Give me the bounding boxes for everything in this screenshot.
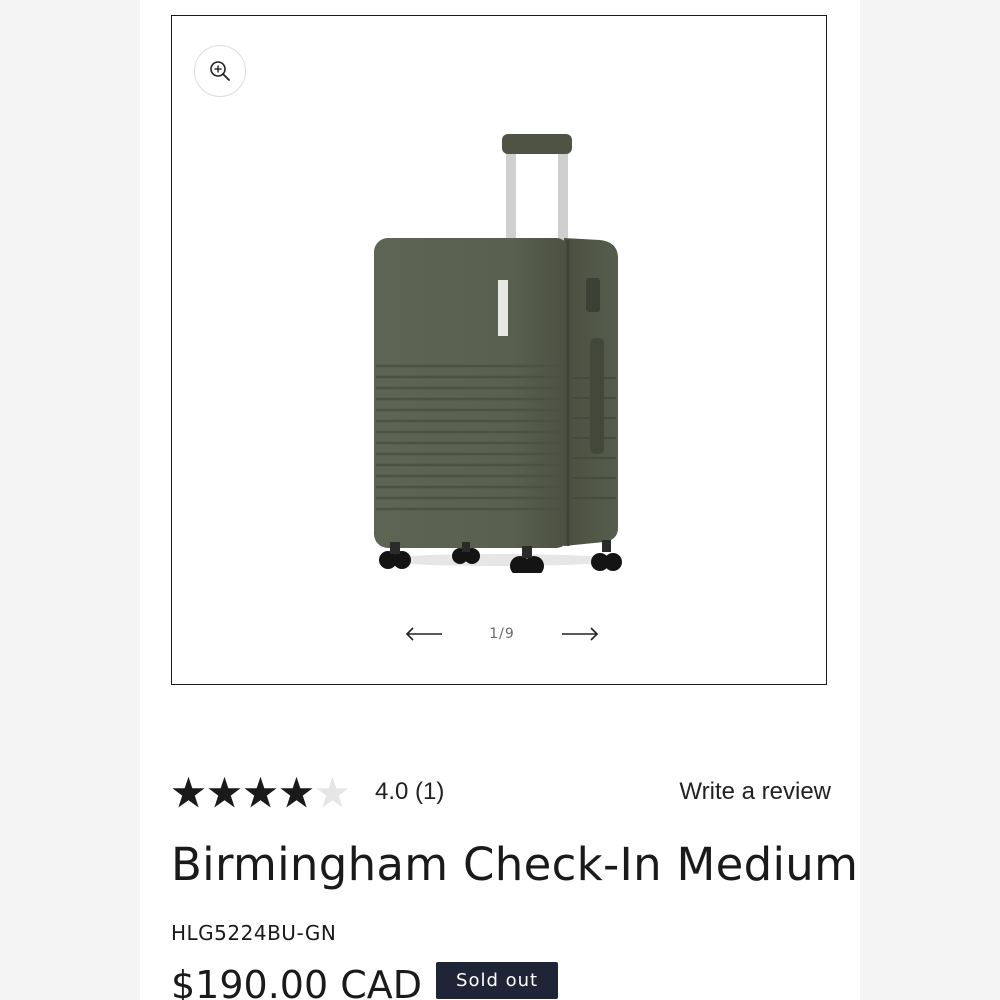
price-row: $190.00 CAD Sold out (171, 962, 559, 1000)
product-sku: HLG5224BU-GN (171, 921, 337, 945)
product-title: Birmingham Check-In Medium (171, 838, 859, 891)
product-image[interactable] (368, 128, 638, 573)
star-filled-icon (208, 776, 241, 808)
rating-summary: 4.0 (1) (375, 778, 445, 805)
star-filled-icon (244, 776, 277, 808)
product-gallery[interactable]: 1/9 (171, 15, 827, 685)
sold-out-badge: Sold out (436, 962, 559, 999)
write-review-link[interactable]: Write a review (679, 778, 831, 806)
arrow-left-icon (405, 627, 442, 641)
next-slide-button[interactable] (560, 622, 600, 646)
arrow-right-icon (562, 627, 599, 641)
star-rating (171, 775, 350, 810)
slide-counter: 1/9 (489, 626, 515, 642)
rating-row: 4.0 (1) Write a review (171, 770, 831, 814)
star-filled-icon (172, 776, 205, 808)
previous-slide-button[interactable] (404, 622, 444, 646)
product-price: $190.00 CAD (171, 963, 423, 1000)
star-empty-icon (316, 776, 349, 808)
star-filled-icon (280, 776, 313, 808)
slider-navigation: 1/9 (404, 619, 600, 649)
zoom-button[interactable] (194, 45, 246, 97)
zoom-in-icon (210, 61, 230, 81)
